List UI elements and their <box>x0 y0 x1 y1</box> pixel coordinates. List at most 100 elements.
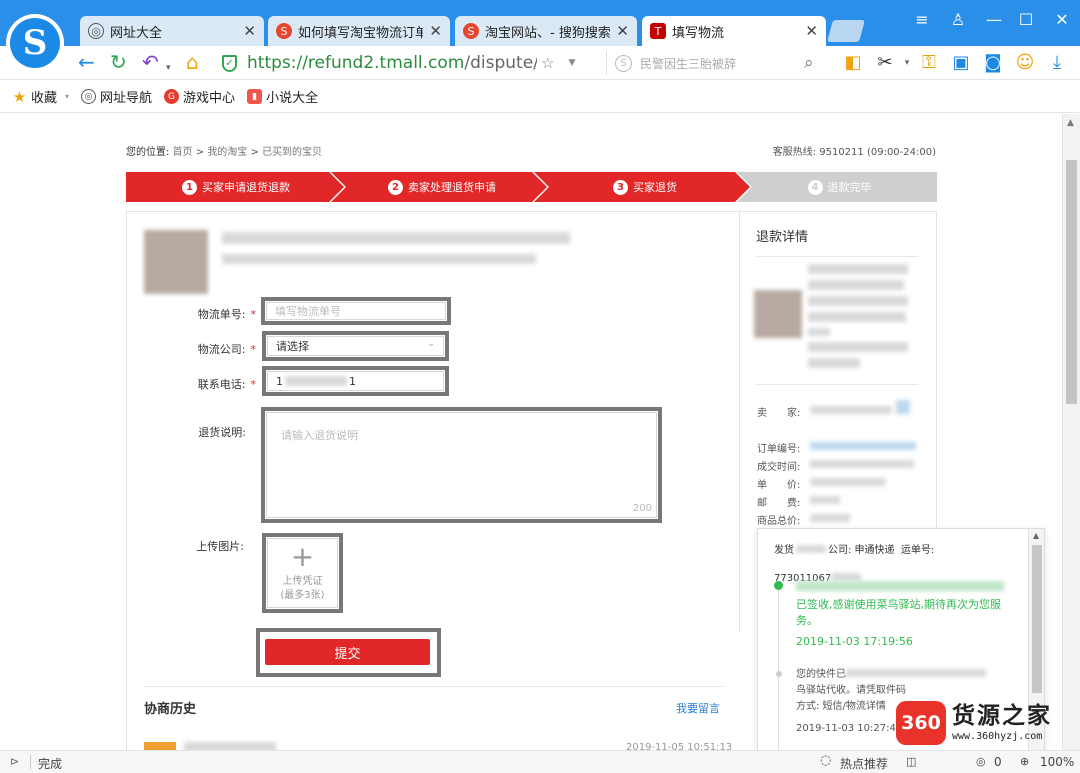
sogou-s-icon: S <box>463 23 479 39</box>
tab-label: 淘宝网站、- 搜狗搜索 <box>485 25 611 41</box>
total-label: 商品总价: <box>757 516 801 527</box>
globe-icon: ◎ <box>81 89 97 104</box>
deal-time-blurred <box>810 460 914 468</box>
bookmark-favorites[interactable]: ★ 收藏 ▾ <box>12 87 69 107</box>
watermark-badge: 360 <box>896 701 946 745</box>
emoji-icon[interactable]: ☺ <box>1014 52 1036 73</box>
scroll-thumb[interactable] <box>1066 160 1077 404</box>
chat-icon[interactable] <box>896 400 910 414</box>
download-count: 0 <box>994 755 1002 769</box>
submit-button[interactable]: 提交 <box>265 639 430 665</box>
url-path: /dispute/fillGo <box>464 53 537 73</box>
history-title: 协商历史 <box>144 702 197 717</box>
chevron-down-icon[interactable]: ▼ <box>568 58 575 68</box>
chevron-down-icon[interactable]: ▾ <box>896 58 918 68</box>
select-value: 请选择 <box>276 340 309 353</box>
bookmark-label: 网址导航 <box>100 91 153 106</box>
close-icon[interactable]: ✕ <box>616 22 629 40</box>
sidebar-toggle-icon[interactable]: ⊳ <box>10 755 19 768</box>
description-textarea[interactable]: 请输入退货说明 200 <box>266 412 657 518</box>
logistics-company: 公司: 申通快递 <box>828 545 895 556</box>
price-blurred <box>810 478 886 486</box>
home-icon[interactable]: ⌂ <box>186 50 199 74</box>
header-blurred <box>796 545 826 553</box>
order-no-blurred[interactable] <box>810 442 916 450</box>
translate-icon[interactable]: ▣ <box>950 52 972 73</box>
url-field[interactable]: ✓ https://refund2.tmall.com/dispute/fill… <box>222 51 600 75</box>
tab-fill-logistics[interactable]: T 填写物流 ✕ <box>642 16 826 46</box>
breadcrumb-purchased[interactable]: 已买到的宝贝 <box>262 147 322 158</box>
tab-sogou-search[interactable]: S 淘宝网站、- 搜狗搜索 ✕ <box>455 16 637 46</box>
hot-recommend-link[interactable]: 热点推荐 <box>840 755 888 772</box>
url-text[interactable]: https://refund2.tmall.com/dispute/fillGo <box>247 53 537 73</box>
upload-limit-text: (最多3张) <box>280 590 325 601</box>
menu-icon[interactable]: ≡ <box>912 10 932 29</box>
chevron-down-icon[interactable]: ▾ <box>166 56 171 80</box>
refund-product-thumbnail[interactable] <box>754 290 802 338</box>
tab-strip: ◎ 网址大全 ✕ S 如何填写淘宝物流订单 ✕ S 淘宝网站、- 搜狗搜索 ✕ … <box>0 0 1080 46</box>
close-icon[interactable]: ✕ <box>429 22 442 40</box>
step-number: 2 <box>388 179 403 195</box>
status-bar: ⊳ 完成 ◌ 热点推荐 ◫ ◎ 0 ⊕ 100% <box>0 750 1080 773</box>
page-content: 您的位置: 首页 > 我的淘宝 > 已买到的宝贝 客服热线: 9510211 (… <box>0 114 1062 750</box>
collect-icon[interactable]: ◧ <box>842 52 864 73</box>
refund-product-title-blurred <box>808 296 908 306</box>
close-icon[interactable]: ✕ <box>805 22 818 40</box>
screenshot-icon[interactable]: ◙ <box>982 52 1004 73</box>
tab-label: 网址大全 <box>110 25 163 41</box>
search-box[interactable]: S 民警因生三胎被辞 <box>606 51 826 75</box>
new-tab-button[interactable] <box>827 20 865 42</box>
product-title-blurred[interactable] <box>222 232 570 244</box>
zoom-icon[interactable]: ⊕ <box>1020 755 1029 768</box>
page-scrollbar[interactable]: ▲ <box>1062 114 1080 750</box>
key-icon[interactable]: ⚿ <box>918 52 940 73</box>
breadcrumb-home[interactable]: 首页 <box>173 147 193 158</box>
bookmark-label: 游戏中心 <box>183 91 236 106</box>
message-line: 方式: 短信/物流详情 <box>796 701 886 712</box>
phone-label: 联系电话: * <box>184 376 256 392</box>
tab-url-directory[interactable]: ◎ 网址大全 ✕ <box>80 16 264 46</box>
history-time: 2019-11-05 10:51:13 <box>626 742 733 750</box>
upload-image-button[interactable]: + 上传凭证 (最多3张) <box>267 538 338 608</box>
close-window-icon[interactable]: ✕ <box>1052 10 1072 29</box>
close-icon[interactable]: ✕ <box>243 22 256 40</box>
product-thumbnail[interactable] <box>144 230 208 294</box>
url-host: https://refund2.tmall.com <box>247 53 465 73</box>
scroll-up-icon[interactable]: ▲ <box>1067 118 1074 128</box>
refresh-icon[interactable]: ↻ <box>110 50 127 74</box>
order-no-label: 订单编号: <box>757 444 801 455</box>
search-input[interactable]: 民警因生三胎被辞 <box>640 55 736 72</box>
back-icon[interactable]: ← <box>78 50 95 74</box>
tracking-number-input[interactable]: 填写物流单号 <box>266 302 446 320</box>
phone-prefix: 1 <box>276 374 283 388</box>
bookmark-game-center[interactable]: G 游戏中心 <box>164 87 235 106</box>
undo-close-icon[interactable]: ↶ <box>142 50 159 74</box>
seller-name-blurred[interactable] <box>810 406 892 414</box>
bookmark-label: 收藏 <box>31 91 58 106</box>
bookmark-url-nav[interactable]: ◎ 网址导航 <box>81 87 152 106</box>
description-label: 退货说明: <box>198 426 246 439</box>
logistics-company-select[interactable]: 请选择 ⌄ <box>267 336 444 356</box>
skin-shirt-icon[interactable]: ♙ <box>948 10 968 29</box>
tab-how-to-fill[interactable]: S 如何填写淘宝物流订单 ✕ <box>268 16 450 46</box>
zoom-level[interactable]: 100% <box>1040 755 1074 769</box>
download-count-icon[interactable]: ◎ <box>976 755 986 768</box>
scroll-up-icon[interactable]: ▲ <box>1033 531 1039 540</box>
upload-label: 上传图片: <box>196 540 244 553</box>
bookmark-novels[interactable]: ▮ 小说大全 <box>247 87 318 106</box>
leave-message-link[interactable]: 我要留言 <box>676 700 720 716</box>
search-icon[interactable]: ⌕ <box>804 51 814 75</box>
phone-input[interactable]: 1 1 <box>267 371 444 391</box>
popup-scroll-thumb[interactable] <box>1032 545 1042 693</box>
scissors-icon[interactable]: ✂ <box>874 52 896 73</box>
star-icon[interactable]: ☆ <box>541 54 554 72</box>
sogou-browser-logo[interactable]: S <box>6 14 64 72</box>
maximize-icon[interactable]: ☐ <box>1016 10 1036 29</box>
upload-text: 上传凭证 <box>282 576 323 587</box>
sound-icon[interactable]: ◫ <box>906 755 916 768</box>
download-icon[interactable]: ⤓ <box>1046 52 1068 73</box>
hot-recommend-icon[interactable]: ◌ <box>820 753 831 768</box>
breadcrumb-my-taobao[interactable]: 我的淘宝 <box>207 147 247 158</box>
minimize-icon[interactable]: — <box>984 10 1004 29</box>
bookmark-label: 小说大全 <box>266 91 319 106</box>
